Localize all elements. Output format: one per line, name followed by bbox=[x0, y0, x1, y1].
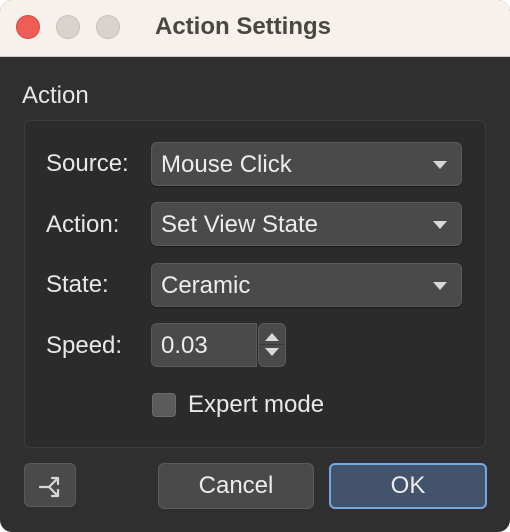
stepper-divider bbox=[259, 344, 285, 345]
chevron-down-icon bbox=[433, 221, 447, 229]
action-value: Set View State bbox=[161, 211, 318, 238]
chevron-down-icon bbox=[433, 161, 447, 169]
action-settings-window: Action Settings Action Source: Mouse Cli… bbox=[0, 0, 510, 532]
speed-label: Speed: bbox=[46, 332, 123, 359]
window-title: Action Settings bbox=[155, 13, 332, 40]
expert-mode-checkbox[interactable] bbox=[152, 393, 176, 417]
speed-input[interactable]: 0.03 bbox=[151, 323, 257, 367]
branch-icon bbox=[38, 476, 60, 498]
source-dropdown[interactable]: Mouse Click bbox=[151, 142, 462, 186]
source-value: Mouse Click bbox=[161, 151, 292, 178]
branch-tool-button[interactable] bbox=[24, 463, 76, 507]
group-label: Action bbox=[22, 82, 89, 109]
action-dropdown[interactable]: Set View State bbox=[151, 202, 462, 246]
maximize-window-button[interactable] bbox=[96, 15, 120, 39]
state-label: State: bbox=[46, 271, 109, 298]
title-bar: Action Settings bbox=[0, 0, 510, 57]
speed-stepper[interactable] bbox=[258, 323, 286, 367]
cancel-button[interactable]: Cancel bbox=[158, 463, 314, 509]
state-dropdown[interactable]: Ceramic bbox=[151, 263, 462, 307]
close-window-button[interactable] bbox=[16, 15, 40, 39]
source-label: Source: bbox=[46, 150, 129, 177]
stepper-down-icon[interactable] bbox=[265, 348, 279, 356]
speed-value: 0.03 bbox=[161, 332, 208, 359]
minimize-window-button[interactable] bbox=[56, 15, 80, 39]
ok-button[interactable]: OK bbox=[329, 463, 487, 509]
chevron-down-icon bbox=[433, 282, 447, 290]
expert-mode-label[interactable]: Expert mode bbox=[188, 391, 324, 419]
state-value: Ceramic bbox=[161, 272, 251, 299]
action-label: Action: bbox=[46, 211, 120, 238]
stepper-up-icon[interactable] bbox=[265, 333, 279, 341]
